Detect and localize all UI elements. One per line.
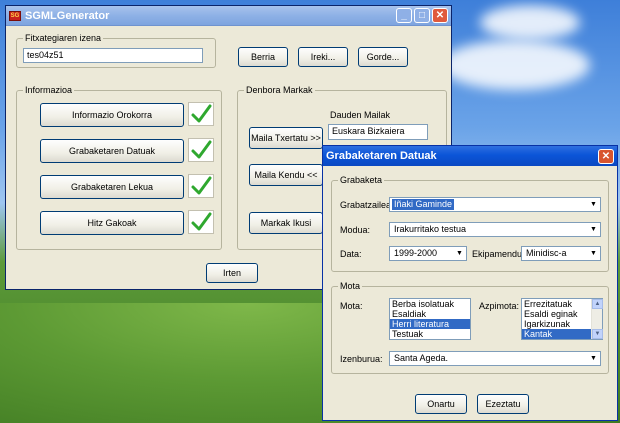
background-cloud — [480, 5, 580, 40]
info-legend: Informazioa — [23, 85, 75, 95]
chevron-down-icon[interactable]: ▼ — [588, 248, 599, 259]
recorder-select[interactable]: Iñaki Gaminde ▼ — [389, 197, 601, 212]
date-value: 1999-2000 — [394, 248, 438, 258]
main-titlebar[interactable]: SG SGMLGenerator _ □ ✕ — [6, 6, 451, 26]
recording-data-dialog: Grabaketaren Datuak ✕ Grabaketa Grabatza… — [322, 145, 618, 421]
filename-input[interactable]: tes04z51 — [23, 48, 203, 63]
list-item[interactable]: Berba isolatuak — [390, 299, 470, 309]
dialog-titlebar[interactable]: Grabaketaren Datuak ✕ — [323, 146, 617, 166]
general-info-button[interactable]: Informazio Orokorra — [40, 103, 184, 127]
checkmark-icon — [188, 174, 214, 198]
list-item[interactable]: Herri literatura — [390, 319, 470, 329]
subtype-list[interactable]: Errezitatuak Esaldi eginak Igarkizunak K… — [521, 298, 603, 340]
scroll-up-icon[interactable]: ▲ — [592, 299, 603, 309]
recorder-label: Grabatzailea: — [340, 200, 394, 210]
time-marks-legend: Denbora Markak — [244, 85, 315, 95]
maximize-icon[interactable]: □ — [414, 8, 430, 23]
keywords-button[interactable]: Hitz Gakoak — [40, 211, 184, 235]
main-title: SGMLGenerator — [25, 9, 110, 22]
remove-level-button[interactable]: Maila Kendu << — [249, 164, 323, 186]
title-value: Santa Ageda. — [394, 353, 449, 363]
recording-legend: Grabaketa — [338, 175, 385, 185]
list-item[interactable]: Kantak — [522, 329, 591, 339]
chevron-down-icon[interactable]: ▼ — [454, 248, 465, 259]
app-icon: SG — [9, 10, 21, 21]
subtype-scrollbar[interactable]: ▲ ▼ — [591, 299, 603, 339]
title-select[interactable]: Santa Ageda. ▼ — [389, 351, 601, 366]
filename-legend: Fitxategiaren izena — [23, 33, 104, 43]
background-cloud — [440, 40, 590, 90]
minimize-icon[interactable]: _ — [396, 8, 412, 23]
chevron-down-icon[interactable]: ▼ — [588, 224, 599, 235]
insert-level-button[interactable]: Maila Txertatu >> — [249, 127, 323, 149]
equipment-value: Minidisc-a — [526, 248, 567, 258]
cancel-button[interactable]: Ezeztatu — [477, 394, 529, 414]
list-item[interactable]: Errezitatuak — [522, 299, 602, 309]
checkmark-icon — [188, 210, 214, 234]
close-icon[interactable]: ✕ — [598, 148, 614, 164]
close-icon[interactable]: ✕ — [432, 8, 448, 23]
chevron-down-icon[interactable]: ▼ — [588, 199, 599, 210]
title-label: Izenburua: — [340, 354, 383, 364]
list-item[interactable]: Testuak — [390, 329, 470, 339]
mode-value: Irakurritako testua — [394, 224, 467, 234]
open-button[interactable]: Ireki... — [298, 47, 348, 67]
scroll-down-icon[interactable]: ▼ — [592, 329, 603, 339]
recorder-value: Iñaki Gaminde — [392, 199, 455, 210]
dialog-title: Grabaketaren Datuak — [326, 150, 437, 162]
date-label: Data: — [340, 249, 362, 259]
subtype-label: Azpimota: — [479, 301, 520, 311]
mode-select[interactable]: Irakurritako testua ▼ — [389, 222, 601, 237]
list-item[interactable]: Igarkizunak — [522, 319, 602, 329]
type-legend: Mota — [338, 281, 363, 291]
checkmark-icon — [188, 138, 214, 162]
list-item[interactable]: Esaldiak — [390, 309, 470, 319]
recording-place-button[interactable]: Grabaketaren Lekua — [40, 175, 184, 199]
equipment-select[interactable]: Minidisc-a ▼ — [521, 246, 601, 261]
mode-label: Modua: — [340, 225, 371, 235]
list-item[interactable]: Esaldi eginak — [522, 309, 602, 319]
ok-button[interactable]: Onartu — [415, 394, 467, 414]
chevron-down-icon[interactable]: ▼ — [588, 353, 599, 364]
filename-group: Fitxategiaren izena tes04z51 — [16, 33, 216, 68]
type-label: Mota: — [340, 301, 363, 311]
type-list[interactable]: Berba isolatuak Esaldiak Herri literatur… — [389, 298, 471, 340]
show-marks-button[interactable]: Markak Ikusi — [249, 212, 323, 234]
date-select[interactable]: 1999-2000 ▼ — [389, 246, 467, 261]
exit-button[interactable]: Irten — [206, 263, 258, 283]
available-levels-list[interactable]: Euskara Bizkaiera — [328, 124, 428, 140]
available-levels-label: Dauden Mailak — [330, 110, 391, 120]
new-button[interactable]: Berria — [238, 47, 288, 67]
checkmark-icon — [188, 102, 214, 126]
recording-data-button[interactable]: Grabaketaren Datuak — [40, 139, 184, 163]
save-button[interactable]: Gorde... — [358, 47, 408, 67]
